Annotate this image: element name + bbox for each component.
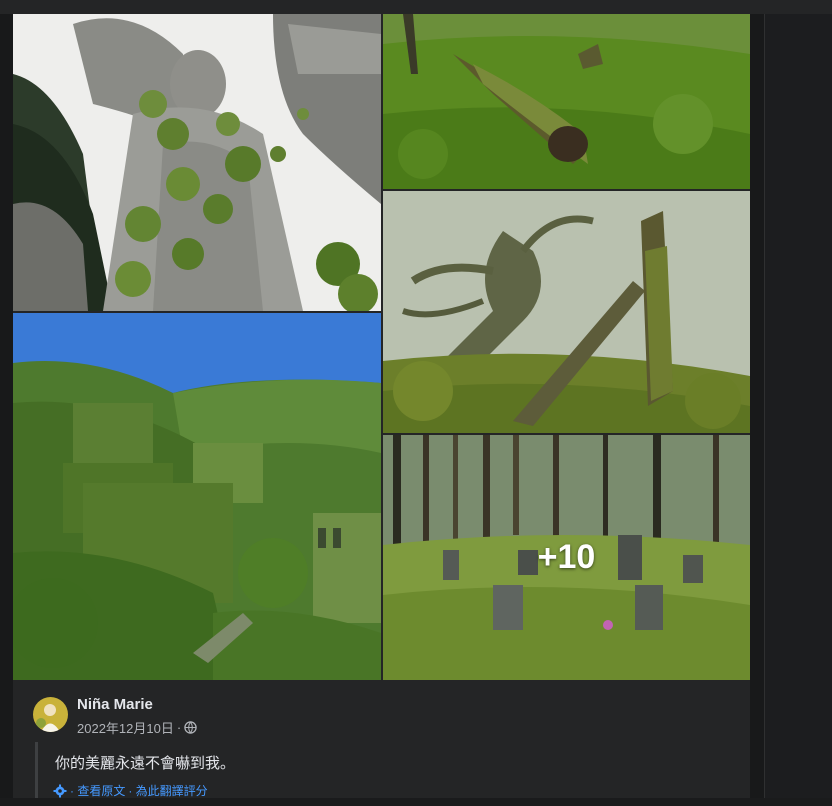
photo-grid: +10	[13, 14, 750, 680]
overgrown-village-photo	[13, 313, 381, 680]
top-bar	[0, 0, 832, 14]
avatar[interactable]	[33, 697, 68, 732]
post-card: +10 Niña Marie 2022年12月10日 · 你的美麗永遠不會嚇到我…	[13, 14, 750, 806]
author-name[interactable]: Niña Marie	[77, 696, 153, 713]
see-original-link[interactable]: · 查看原文	[70, 782, 125, 799]
bottom-edge	[0, 798, 832, 806]
photo-misty-tree[interactable]	[383, 191, 750, 433]
more-photos-overlay: +10	[537, 538, 596, 576]
post-text: 你的美麗永遠不會嚇到我。	[55, 755, 236, 772]
post-meta: 2022年12月10日 ·	[77, 718, 197, 737]
photo-mossy-log[interactable]	[383, 14, 750, 189]
rate-translation-link[interactable]: · 為此翻譯評分	[128, 782, 207, 799]
meta-separator: ·	[176, 720, 182, 735]
misty-twisted-tree-photo	[383, 191, 750, 433]
avatar-image	[33, 697, 68, 732]
translation-bar: · 查看原文 · 為此翻譯評分	[53, 782, 208, 799]
post-author-section: Niña Marie 2022年12月10日 · 你的美麗永遠不會嚇到我。 · …	[13, 680, 750, 806]
gear-icon[interactable]	[53, 784, 67, 798]
globe-icon	[184, 721, 197, 734]
right-side-panel	[764, 14, 832, 806]
mossy-fallen-log-photo	[383, 14, 750, 189]
quote-bar	[35, 742, 38, 798]
post-date[interactable]: 2022年12月10日	[77, 718, 174, 737]
angel-statue-ivy-photo	[13, 14, 381, 311]
photo-forest-stones[interactable]: +10	[383, 435, 750, 680]
photo-angel-statue[interactable]	[13, 14, 381, 311]
photo-overgrown-village[interactable]	[13, 313, 381, 680]
